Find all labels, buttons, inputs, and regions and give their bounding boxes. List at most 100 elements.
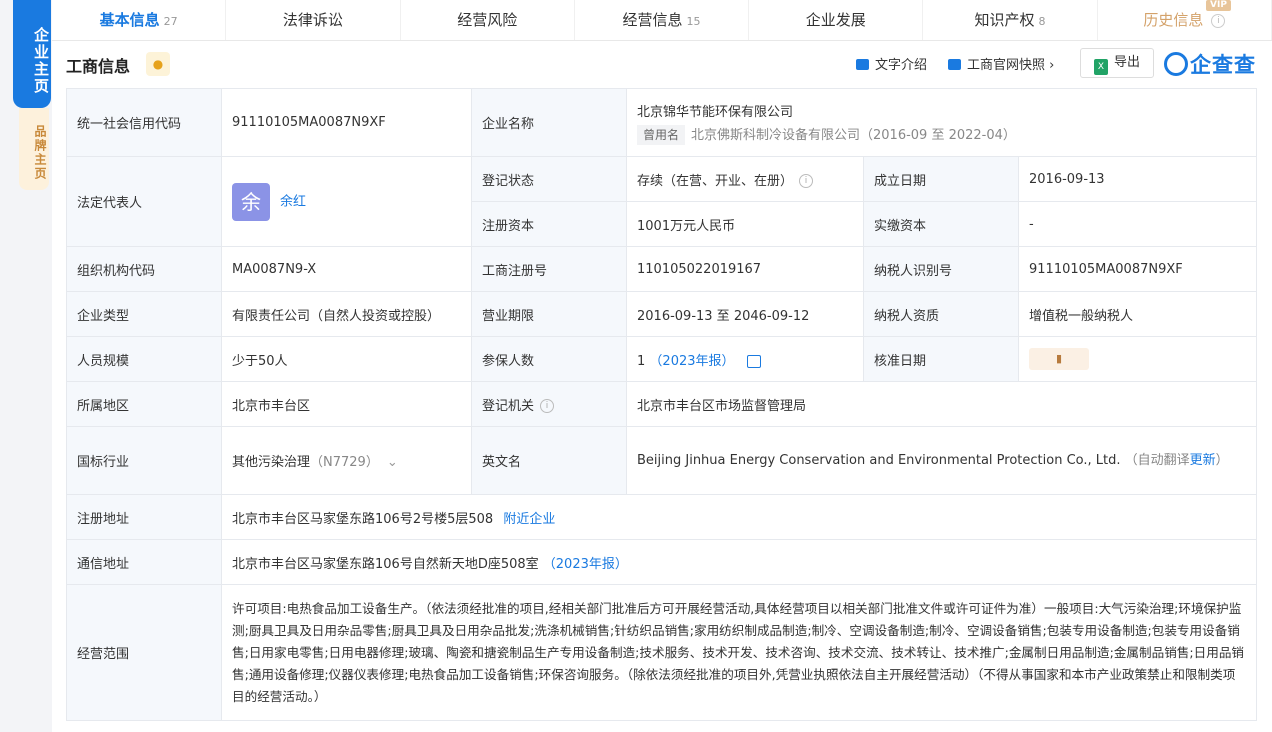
cell-label: 法定代表人 [66,156,222,247]
tab-basic-info[interactable]: 基本信息 27 [52,0,227,40]
annual-report-link[interactable]: （2023年报） [649,354,734,369]
top-tabs: 基本信息 27 法律诉讼 经营风险 经营信息 15 企业发展 知识产权 8 VIP 历史… [52,0,1272,41]
cell-label: 组织机构代码 [66,246,222,292]
cell-label: 工商注册号 [471,246,627,292]
tab-history[interactable]: VIP 历史信息 i [1098,0,1272,40]
lock-icon[interactable]: ▮ [1029,348,1089,370]
legal-rep-cell: 余余红 [221,156,472,247]
tab-label: 法律诉讼 [282,11,343,29]
credit-code: 91110105MA0087N9XF [221,88,472,157]
tab-label: 经营风险 [457,11,518,29]
document-icon [856,59,869,70]
cell-label: 所属地区 [66,381,222,427]
bell-icon[interactable]: ● [146,52,170,76]
cell-label: 统一社会信用代码 [66,88,222,157]
taxpayer-qual: 增值税一般纳税人 [1017,291,1258,337]
side-tab-company-home[interactable]: 企业主页 [13,0,51,108]
reg-no: 110105022019167 [626,246,864,292]
en-name-cell: Beijing Jinhua Energy Conservation and E… [625,426,1258,495]
cell-label: 英文名 [471,426,627,495]
snapshot-label: 工商官网快照 [967,58,1046,73]
address-cell: 北京市丰台区马家堡东路106号2号楼5层508 附近企业 [220,494,1258,540]
camera-icon [948,59,961,70]
cell-label: 注册资本 [471,201,627,247]
cell-label: 人员规模 [66,336,222,382]
side-tab-brand-home[interactable]: 品牌主页 [19,108,49,190]
company-name: 北京锦华节能环保有限公司 [637,104,794,120]
mail-address: 北京市丰台区马家堡东路106号自然新天地D座508室 [232,556,539,572]
business-term: 2016-09-13 至 2046-09-12 [626,291,864,337]
cell-label: 核准日期 [863,336,1019,382]
qcc-logo: 企查查 [1164,49,1256,79]
tab-ip[interactable]: 知识产权 8 [923,0,1098,40]
cell-label: 注册地址 [66,494,222,540]
update-link[interactable]: 更新 [1190,453,1216,468]
authority-label-cell: 登记机关 i [471,381,627,427]
industry-cell[interactable]: 其他污染治理（N7729） ⌄ [221,426,472,495]
text-intro-button[interactable]: 文字介绍 [856,54,927,73]
legal-rep-link[interactable]: 余红 [280,194,306,209]
cell-label: 登记状态 [471,156,627,202]
info-icon[interactable]: i [799,174,814,188]
insured-cell: 1 （2023年报） [626,336,864,382]
company-name-cell: 北京锦华节能环保有限公司 曾用名 北京佛斯科制冷设备有限公司（2016-09 至 … [625,88,1258,157]
status-cell: 存续（在营、开业、在册） i [626,156,864,202]
staff-size: 少于50人 [221,336,472,382]
snapshot-button[interactable]: 工商官网快照 › [948,54,1054,73]
en-name: Beijing Jinhua Energy Conservation and E… [637,452,1121,468]
former-name-tag: 曾用名 [637,124,686,145]
cell-label: 通信地址 [66,539,222,585]
cell-label: 国标行业 [66,426,222,495]
section-header: 工商信息 ● 文字介绍 工商官网快照 › X 导出 企查查 [66,48,1256,78]
cell-label: 经营范围 [66,584,222,721]
org-code: MA0087N9-X [221,246,472,292]
cell-label: 纳税人识别号 [863,246,1019,292]
cell-label: 登记机关 [482,398,535,414]
former-name-row: 曾用名 北京佛斯科制冷设备有限公司（2016-09 至 2022-04） [637,124,1246,145]
authority: 北京市丰台区市场监督管理局 [625,381,1258,427]
tab-count: 8 [1038,15,1046,28]
excel-icon: X [1093,59,1108,75]
tab-label: 知识产权 [974,11,1035,29]
industry-code: （N7729） [310,455,379,470]
region: 北京市丰台区 [221,381,472,427]
tab-risk[interactable]: 经营风险 [401,0,575,40]
vip-badge: VIP [1206,0,1231,11]
former-name: 北京佛斯科制冷设备有限公司（2016-09 至 2022-04） [691,127,1016,143]
info-icon: i [1211,13,1226,28]
nearby-link[interactable]: 附近企业 [503,512,555,527]
annual-report-link[interactable]: （2023年报） [543,557,628,572]
tab-label: 基本信息 [99,11,160,29]
tax-id: 91110105MA0087N9XF [1017,246,1258,292]
company-type: 有限责任公司（自然人投资或控股） [221,291,472,337]
tab-operation[interactable]: 经营信息 15 [575,0,750,40]
business-info-table: 统一社会信用代码 91110105MA0087N9XF 企业名称 北京锦华节能环… [66,88,1258,721]
cell-label: 参保人数 [471,336,627,382]
paid-capital: - [1017,201,1258,247]
tab-development[interactable]: 企业发展 [749,0,924,40]
avatar: 余 [232,182,270,221]
tab-legal[interactable]: 法律诉讼 [226,0,401,40]
auto-translate: （自动翻译 [1124,452,1190,468]
tab-count: 15 [686,15,701,28]
info-icon[interactable]: i [540,399,555,413]
logo-icon [1164,52,1188,76]
chevron-down-icon[interactable]: ⌄ [387,455,398,470]
reg-capital: 1001万元人民币 [626,201,864,247]
close-paren: ） [1215,452,1229,468]
cell-label: 实缴资本 [863,201,1019,247]
tab-label: 经营信息 [622,11,683,29]
cell-label: 企业名称 [471,88,627,157]
side-nav: 企业主页 品牌主页 [0,0,52,732]
section-title: 工商信息 [66,57,131,76]
tab-label: 历史信息 [1143,11,1204,29]
insured-count: 1 [637,353,646,369]
industry: 其他污染治理 [232,455,311,470]
export-button[interactable]: X 导出 [1080,48,1154,78]
chart-icon[interactable] [746,354,761,368]
mail-cell: 北京市丰台区马家堡东路106号自然新天地D座508室 （2023年报） [220,539,1258,585]
export-label: 导出 [1113,55,1140,70]
cell-label: 成立日期 [863,156,1019,202]
text-intro-label: 文字介绍 [875,58,928,73]
business-scope: 许可项目:电热食品加工设备生产。（依法须经批准的项目,经相关部门批准后方可开展经… [220,584,1258,721]
